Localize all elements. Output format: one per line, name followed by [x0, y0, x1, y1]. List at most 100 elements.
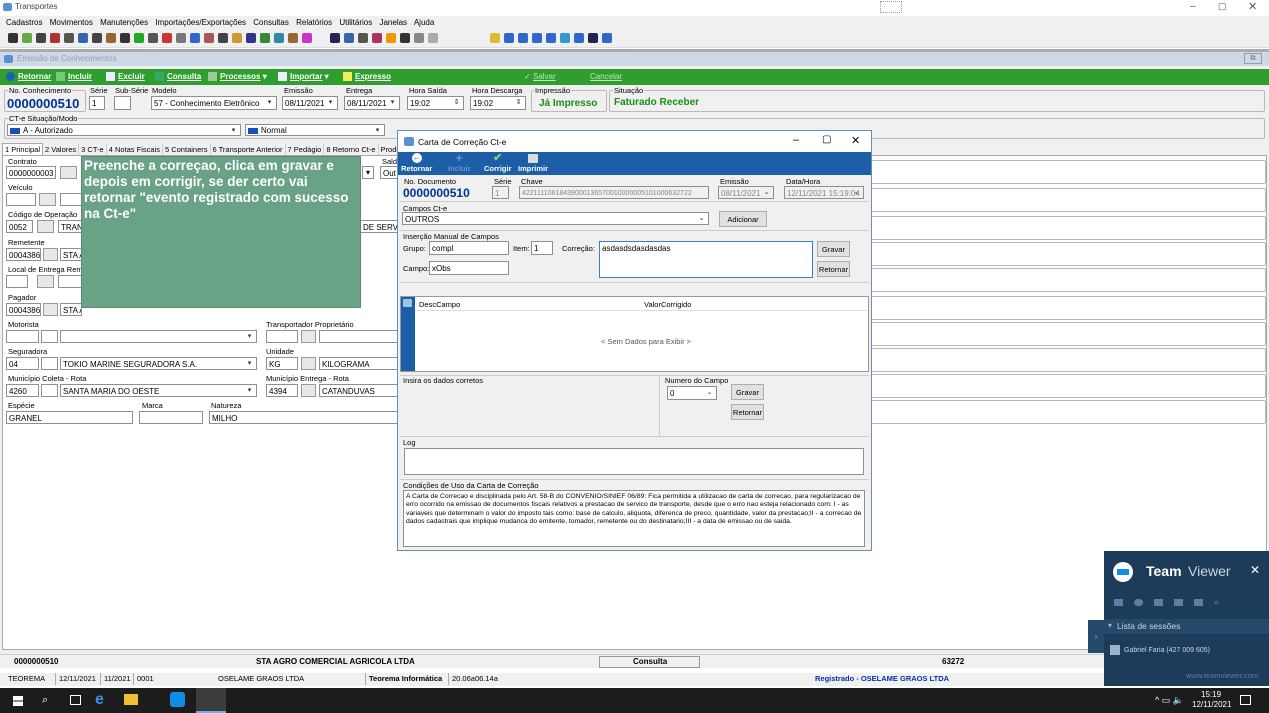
motorista-code[interactable] [41, 330, 58, 343]
cte-situacao-select[interactable]: A - Autorizado ▾ [7, 124, 241, 136]
tool-icon[interactable] [218, 33, 228, 43]
video-icon[interactable] [1114, 599, 1123, 606]
lookup-icon[interactable] [39, 193, 56, 206]
menu-cadastros[interactable]: Cadastros [6, 18, 42, 27]
lookup-icon[interactable] [301, 330, 316, 343]
star-icon[interactable] [490, 33, 500, 43]
mun-coleta-code[interactable]: 4260 [6, 384, 39, 397]
datahora-field[interactable]: 12/11/2021 15:19:04 ⌄ [784, 186, 864, 199]
window-layout-icon[interactable] [880, 1, 902, 13]
especie-field[interactable]: GRANEL [6, 411, 133, 424]
codigo-operacao-field[interactable]: 0052 [6, 220, 33, 233]
numero-campo-select[interactable]: 0 ⌄ [667, 386, 717, 400]
tab-cte[interactable]: 3 CT-e [79, 144, 107, 155]
close-icon[interactable]: ✕ [851, 134, 860, 147]
edge-icon[interactable]: e [95, 691, 104, 709]
teamviewer-side-tab[interactable]: › [1088, 620, 1104, 653]
tool-icon[interactable] [428, 33, 438, 43]
natureza-field[interactable]: MILHO [209, 411, 399, 424]
dialog-corrigir-button[interactable]: ✔ Corrigir [484, 153, 512, 174]
motorista-field[interactable] [6, 330, 39, 343]
headset-icon[interactable] [1134, 599, 1143, 606]
hora-descarga-field[interactable]: 19:02 ⇕ [470, 96, 526, 110]
menu-janelas[interactable]: Janelas [379, 18, 407, 27]
veiculo-desc-field[interactable] [60, 193, 82, 206]
lookup-icon[interactable] [43, 303, 58, 316]
lookup-icon[interactable] [37, 275, 54, 288]
dialog-serie-field[interactable]: 1 [492, 186, 509, 199]
menu-manutencoes[interactable]: Manutenções [100, 18, 148, 27]
tool-icon[interactable] [532, 33, 542, 43]
lookup-icon[interactable] [37, 220, 54, 233]
modelo-select[interactable]: 57 - Conhecimento Eletrônico ▾ [151, 96, 277, 110]
gravar-correcao-button[interactable]: Gravar [817, 241, 850, 257]
pagador-field[interactable]: 0004386 [6, 303, 41, 316]
tool-icon[interactable] [560, 33, 570, 43]
entrega-field[interactable]: 08/11/2021 ▾ [344, 96, 400, 110]
tool-icon[interactable] [8, 33, 18, 43]
close-icon[interactable]: ✕ [1250, 563, 1260, 577]
notification-icon[interactable] [1240, 695, 1251, 705]
explorer-icon[interactable] [124, 694, 138, 705]
transportador-field[interactable] [266, 330, 298, 343]
lookup-icon[interactable] [43, 248, 58, 261]
salvar-action[interactable]: ✓ Salvar [524, 69, 556, 85]
veiculo-field[interactable] [6, 193, 36, 206]
incluir-action[interactable]: Incluir [56, 69, 92, 85]
tool-icon[interactable] [574, 33, 584, 43]
mun-coleta-select[interactable]: SANTA MARIA DO OESTE ▾ [60, 384, 257, 397]
tools-icon[interactable] [1194, 599, 1203, 606]
campos-cte-select[interactable]: OUTROS ⌄ [402, 212, 709, 225]
transportador-desc[interactable] [319, 330, 399, 343]
emissao-field[interactable]: 08/11/2021 ▾ [282, 96, 338, 110]
seguradora-select[interactable]: TOKIO MARINE SEGURADORA S.A. ▾ [60, 357, 257, 370]
search-icon[interactable]: ⌕ [42, 694, 48, 707]
retornar-dados-button[interactable]: Retornar [731, 404, 764, 420]
mun-coleta-small[interactable] [41, 384, 58, 397]
processos-action[interactable]: Processos ▾ [208, 69, 267, 85]
teamviewer-taskbar-icon[interactable] [170, 692, 185, 707]
tool-icon[interactable] [162, 33, 172, 43]
grid-col-desccampo[interactable]: DescCampo [419, 300, 460, 309]
tool-icon[interactable] [232, 33, 242, 43]
tool-icon[interactable] [64, 33, 74, 43]
saldo-select[interactable]: ▾ [362, 166, 374, 179]
grid-col-valorcorrigido[interactable]: ValorCorrigido [644, 300, 691, 309]
adicionar-button[interactable]: Adicionar [719, 211, 767, 227]
retornar-action[interactable]: Retornar [6, 69, 51, 85]
tool-icon[interactable] [22, 33, 32, 43]
de-serv-field[interactable]: DE SERV [360, 220, 398, 233]
tool-icon[interactable] [288, 33, 298, 43]
close-icon[interactable]: ✕ [1248, 0, 1257, 13]
excluir-action[interactable]: Excluir [106, 69, 145, 85]
teamviewer-url[interactable]: www.teamviewer.com [1186, 671, 1258, 680]
saldo-field[interactable]: Out [380, 166, 398, 179]
tool-icon[interactable] [546, 33, 556, 43]
tab-pedagio[interactable]: 7 Pedágio [286, 144, 325, 155]
mun-entrega-code[interactable]: 4394 [266, 384, 298, 397]
modo-select[interactable]: Normal ▾ [245, 124, 385, 136]
tool-icon[interactable] [246, 33, 256, 43]
tool-icon[interactable] [134, 33, 144, 43]
local-entrega-field[interactable] [6, 275, 28, 288]
motorista-select[interactable]: ▾ [60, 330, 257, 343]
tool-icon[interactable] [400, 33, 410, 43]
item-field[interactable]: 1 [531, 241, 553, 255]
tool-icon[interactable] [386, 33, 396, 43]
remetente-nome[interactable]: STA A [60, 248, 82, 261]
menu-importacoes[interactable]: Importações/Exportações [155, 18, 246, 27]
lookup-icon[interactable] [60, 166, 77, 179]
transportes-taskbar-icon[interactable] [196, 688, 226, 713]
local-entrega-desc[interactable] [58, 275, 82, 288]
tool-icon[interactable] [602, 33, 612, 43]
session-item[interactable]: Gabriel Faria (427 009 605) [1104, 643, 1269, 658]
task-view-icon[interactable] [70, 695, 81, 705]
codigo-operacao-desc[interactable]: TRAN [58, 220, 82, 233]
remetente-field[interactable]: 0004386 [6, 248, 41, 261]
minimize-icon[interactable]: – [793, 134, 799, 146]
tool-icon[interactable] [372, 33, 382, 43]
tool-icon[interactable] [92, 33, 102, 43]
menu-ajuda[interactable]: Ajuda [414, 18, 434, 27]
tool-icon[interactable] [36, 33, 46, 43]
gravar-dados-button[interactable]: Gravar [731, 384, 764, 400]
